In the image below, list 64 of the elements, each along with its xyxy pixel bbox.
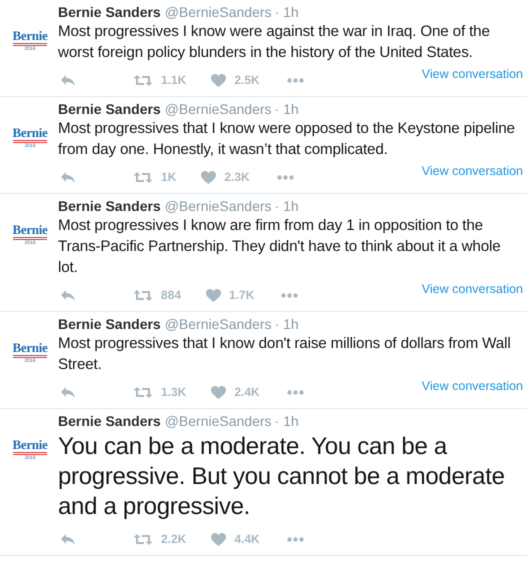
more-icon[interactable] [286,390,304,394]
tweet-time[interactable]: · 1h [274,413,299,429]
stripes-icon [13,237,47,240]
retweet-icon[interactable] [133,170,153,184]
stripes-icon [13,355,47,358]
tweet-time[interactable]: · 1h [274,101,299,117]
more-icon[interactable] [286,536,304,542]
view-conversation-link[interactable]: View conversation [422,67,523,81]
like-count: 2.3K [224,170,250,184]
heart-icon[interactable] [211,386,226,398]
like-count: 4.4K [234,532,260,546]
tweet-text: Most progressives I know were against the war in Iraq. One of the worst foreign policy blunders in the history of the United States. [58,22,491,63]
reply-icon[interactable] [60,532,76,546]
reply-icon[interactable] [60,386,76,398]
more-icon[interactable] [286,78,304,82]
user-handle[interactable]: @BernieSanders [164,101,272,117]
user-handle[interactable]: @BernieSanders [164,4,272,20]
retweet-count: 1.1K [161,73,186,87]
view-conversation-link[interactable]: View conversation [422,379,523,393]
retweet-count: 2.2K [161,532,186,546]
like-count: 2.5K [234,73,260,87]
user-handle[interactable]: @BernieSanders [164,316,272,332]
logo-text: Bernie [12,438,48,451]
user-name[interactable]: Bernie Sanders [58,198,161,214]
like-count: 1.7K [229,288,254,302]
logo-text: Bernie [12,223,48,236]
user-handle[interactable]: @BernieSanders [164,198,272,214]
more-icon[interactable] [281,292,298,298]
stripes-icon [13,43,47,46]
retweet-count: 1K [161,170,176,184]
logo-text: Bernie [12,29,48,42]
retweet-icon[interactable] [133,386,153,398]
like-count: 2.4K [234,385,260,399]
heart-icon[interactable] [206,288,222,302]
heart-icon[interactable] [211,532,226,546]
more-icon[interactable] [276,174,294,180]
retweet-count: 884 [161,288,182,302]
tweet-text: Most progressives I know are firm from day 1 in opposition to the Trans-Pacific Partnership. They didn't have to think about it a whole lot. [58,216,502,278]
logo-text: Bernie [12,126,48,139]
stripes-icon [13,452,47,455]
tweet-time[interactable]: · 1h [274,4,299,20]
heart-icon[interactable] [211,74,226,86]
tweet-text: You can be a moderate. You can be a progressive. But you cannot be a moderate and a progressive. [58,432,506,522]
retweet-icon[interactable] [133,288,153,302]
logo-text: Bernie [12,341,48,354]
user-name[interactable]: Bernie Sanders [58,413,161,429]
heart-icon[interactable] [201,170,216,184]
view-conversation-link[interactable]: View conversation [422,164,523,178]
retweet-count: 1.3K [161,385,186,399]
view-conversation-link[interactable]: View conversation [422,282,523,296]
user-handle[interactable]: @BernieSanders [164,413,272,429]
reply-icon[interactable] [60,170,76,184]
user-name[interactable]: Bernie Sanders [58,316,161,332]
tweet-time[interactable]: · 1h [274,198,299,214]
user-name[interactable]: Bernie Sanders [58,4,161,20]
retweet-icon[interactable] [133,532,153,546]
reply-icon[interactable] [60,74,76,86]
stripes-icon [13,140,47,143]
reply-icon[interactable] [60,288,76,302]
user-name[interactable]: Bernie Sanders [58,101,161,117]
tweet-time[interactable]: · 1h [274,316,299,332]
tweet-text: Most progressives that I know were opposed to the Keystone pipeline from day one. Honestly, it wasn’t that complicated. [58,119,516,160]
retweet-icon[interactable] [133,74,153,86]
tweet-text: Most progressives that I know don't raise millions of dollars from Wall Street. [58,334,512,375]
